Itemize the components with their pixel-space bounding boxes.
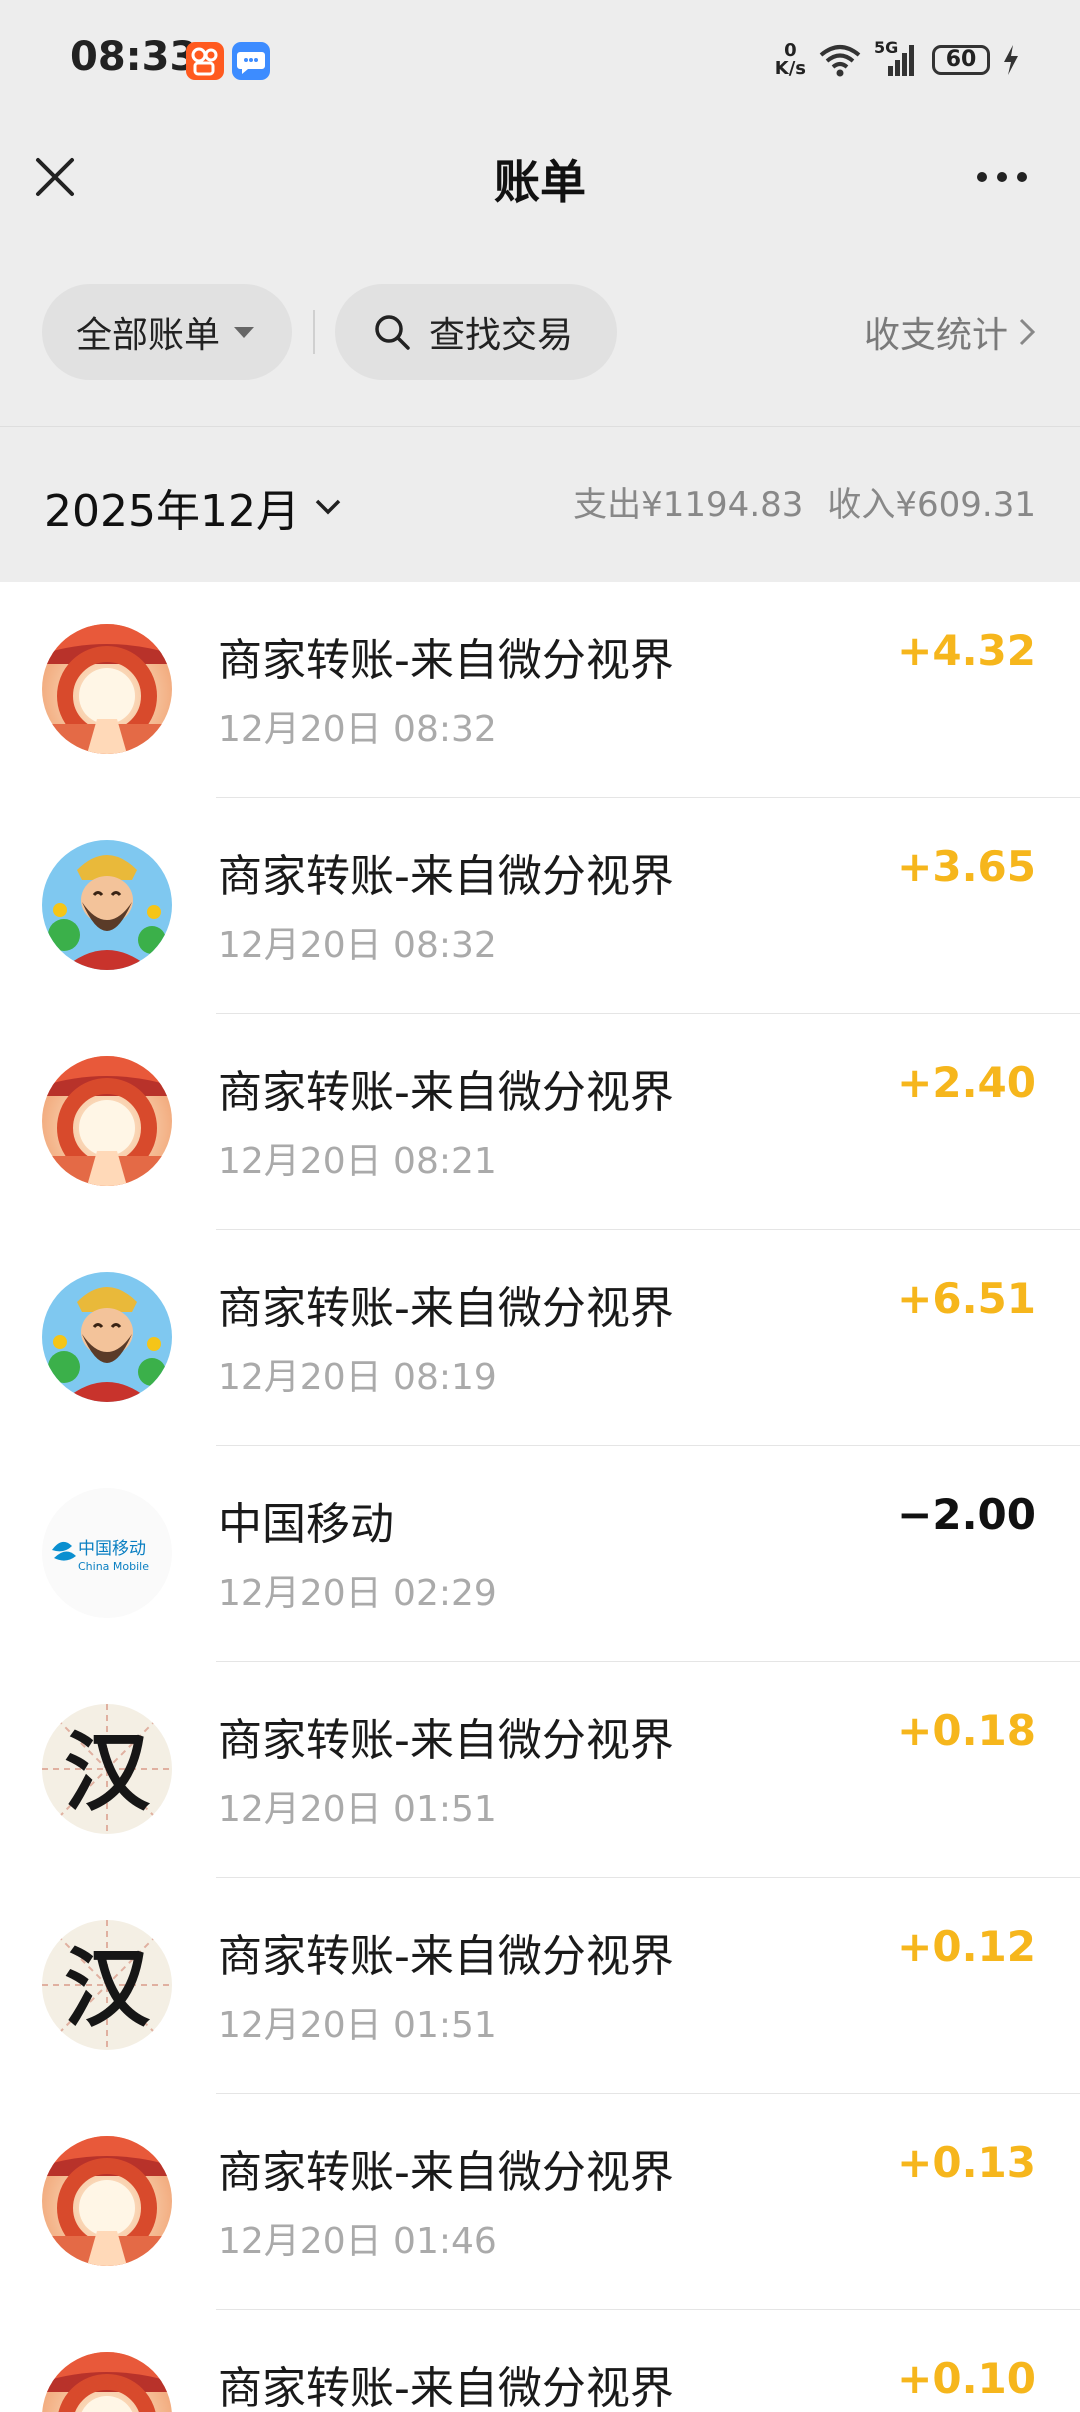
transaction-row[interactable]: 商家转账-来自微分视界 12月20日 08:32 +3.65 [0,798,1080,1014]
transaction-amount: +0.13 [897,2138,1036,2187]
signal-icon: 5G [874,38,920,78]
transaction-name: 商家转账-来自微分视界 [218,2147,674,2198]
battery-level: 60 [945,47,977,72]
transaction-name: 商家转账-来自微分视界 [218,1283,674,1334]
status-bar: 08:33 0 K/s 5G 60 [0,0,1080,120]
message-app-icon [232,42,270,80]
transaction-time: 12月20日 08:32 [218,925,497,966]
gate-avatar [42,2352,172,2412]
transaction-row[interactable]: 商家转账-来自微分视界 12月20日 08:21 +2.40 [0,1014,1080,1230]
transaction-time: 12月20日 01:51 [218,1789,497,1830]
calligraphy-avatar: 汉 [42,1920,172,2050]
transaction-row[interactable]: 商家转账-来自微分视界 +0.10 [0,2310,1080,2412]
search-label: 查找交易 [429,315,574,356]
filter-bar: 全部账单 查找交易 收支统计 [0,284,1080,380]
calligraphy-avatar: 汉 [42,1704,172,1834]
transaction-time: 12月20日 02:29 [218,1573,497,1614]
transaction-amount: +0.18 [897,1706,1036,1755]
gate-avatar [42,2136,172,2266]
china-mobile-logo-cn: 中国移动 [78,1539,146,1559]
transaction-name: 商家转账-来自微分视界 [218,1715,674,1766]
transaction-name: 中国移动 [218,1499,394,1550]
transaction-time: 12月20日 08:32 [218,709,497,750]
transaction-name: 商家转账-来自微分视界 [218,2363,674,2412]
charging-icon [1004,45,1018,75]
page-title: 账单 [494,155,586,209]
month-summary: 支出¥1194.83 收入¥609.31 [573,477,1036,526]
kuaishou-app-icon [186,42,224,80]
gate-avatar [42,624,172,754]
transaction-row[interactable]: 汉 商家转账-来自微分视界 12月20日 01:51 +0.18 [0,1662,1080,1878]
transaction-time: 12月20日 08:21 [218,1141,497,1182]
transaction-amount: +4.32 [897,626,1036,675]
transaction-row[interactable]: 商家转账-来自微分视界 12月20日 08:19 +6.51 [0,1230,1080,1446]
transaction-time: 12月20日 01:51 [218,2005,497,2046]
transaction-amount: +3.65 [897,842,1036,891]
month-expense: 支出¥1194.83 [573,485,804,525]
transaction-name: 商家转账-来自微分视界 [218,1931,674,1982]
month-label: 2025年12月 [44,486,300,537]
more-icon[interactable] [974,152,1030,202]
status-time: 08:33 [70,34,198,80]
transaction-amount: +0.10 [897,2354,1036,2403]
month-header: 2025年12月 支出¥1194.83 收入¥609.31 [0,426,1080,583]
china-mobile-logo-en: China Mobile [78,1560,149,1573]
transaction-amount: +0.12 [897,1922,1036,1971]
calligraphy-char: 汉 [64,1938,151,2039]
wifi-icon [819,45,861,77]
search-transactions-button[interactable]: 查找交易 [335,284,617,380]
china-mobile-logo: 中国移动 China Mobile [42,1488,172,1618]
month-selector[interactable]: 2025年12月 [44,475,342,539]
net-speed-unit: K/s [774,58,806,79]
month-income: 收入¥609.31 [827,485,1036,525]
god-of-wealth-avatar [42,1272,172,1402]
caret-down-icon [234,326,255,338]
filter-divider [313,310,315,354]
transaction-row[interactable]: 商家转账-来自微分视界 12月20日 08:32 +4.32 [0,582,1080,798]
transaction-name: 商家转账-来自微分视界 [218,851,674,902]
income-expense-stats-link[interactable]: 收支统计 [864,284,1036,380]
god-of-wealth-avatar [42,840,172,970]
stats-label: 收支统计 [863,315,1008,356]
network-type: 5G [874,38,899,57]
transaction-row[interactable]: 中国移动 China Mobile 中国移动 12月20日 02:29 −2.00 [0,1446,1080,1662]
calligraphy-char: 汉 [64,1722,151,1823]
transaction-time: 12月20日 08:19 [218,1357,497,1398]
transaction-name: 商家转账-来自微分视界 [218,1067,674,1118]
status-right-group: 0 K/s 5G 60 [775,36,1020,84]
net-speed: 0 K/s [775,42,806,78]
all-bills-label: 全部账单 [76,315,221,356]
transaction-name: 商家转账-来自微分视界 [218,635,674,686]
chevron-right-icon [1019,318,1036,346]
search-icon [375,315,410,350]
gate-avatar [42,1056,172,1186]
transaction-amount: +6.51 [897,1274,1036,1323]
battery-icon: 60 [932,45,990,75]
all-bills-filter[interactable]: 全部账单 [42,284,292,380]
transaction-amount: −2.00 [897,1490,1036,1539]
transaction-row[interactable]: 汉 商家转账-来自微分视界 12月20日 01:51 +0.12 [0,1878,1080,2094]
chevron-down-icon [315,499,341,515]
transaction-time: 12月20日 01:46 [218,2221,497,2262]
transaction-row[interactable]: 商家转账-来自微分视界 12月20日 01:46 +0.13 [0,2094,1080,2310]
transaction-amount: +2.40 [897,1058,1036,1107]
transaction-list: 商家转账-来自微分视界 12月20日 08:32 +4.32 商家转账-来自微分视界… [0,582,1080,2412]
title-bar: 账单 [0,120,1080,232]
